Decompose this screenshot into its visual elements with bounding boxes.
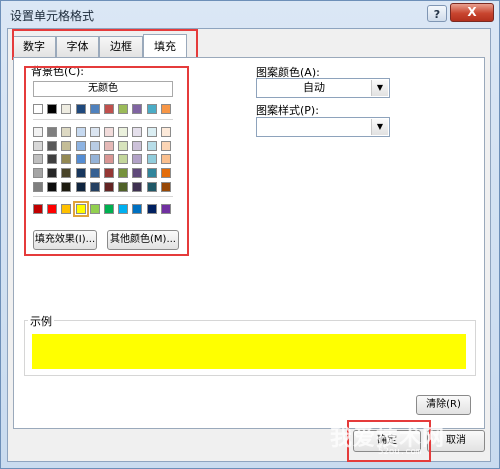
tab-fill[interactable]: 填充 (143, 34, 187, 57)
color-swatch[interactable] (47, 182, 58, 192)
color-swatch[interactable] (118, 141, 129, 151)
color-swatch[interactable] (104, 104, 114, 114)
pattern-style-select[interactable]: ▼ (256, 117, 390, 137)
color-swatch[interactable] (47, 204, 58, 214)
no-color-button[interactable]: 无颜色 (33, 81, 173, 97)
palette-separator (33, 119, 173, 120)
color-swatch[interactable] (72, 201, 89, 217)
color-swatch[interactable] (104, 127, 114, 137)
chevron-down-icon[interactable]: ▼ (371, 80, 388, 96)
color-swatch[interactable] (160, 154, 171, 164)
color-swatch[interactable] (132, 204, 143, 214)
color-swatch[interactable] (33, 154, 43, 164)
color-swatch[interactable] (61, 204, 72, 214)
tab-number[interactable]: 数字 (12, 36, 56, 57)
color-swatch[interactable] (89, 127, 100, 137)
color-swatch[interactable] (75, 104, 86, 114)
color-swatch[interactable] (104, 204, 114, 214)
watermark-sub: 52ou.com (378, 447, 422, 457)
color-swatch[interactable] (33, 104, 43, 114)
close-button[interactable]: X (450, 3, 494, 22)
color-swatch[interactable] (61, 127, 72, 137)
color-swatch[interactable] (61, 154, 72, 164)
color-swatch[interactable] (33, 182, 43, 192)
title-bar: 设置单元格格式 ? X (1, 1, 499, 27)
color-swatch[interactable] (89, 104, 100, 114)
palette-separator (33, 196, 173, 197)
color-swatch[interactable] (146, 168, 157, 178)
chevron-down-icon[interactable]: ▼ (371, 119, 388, 135)
color-swatch[interactable] (132, 154, 143, 164)
color-swatch[interactable] (33, 168, 43, 178)
window-title: 设置单元格格式 (10, 9, 95, 23)
color-swatch[interactable] (61, 168, 72, 178)
color-swatch[interactable] (146, 141, 157, 151)
color-swatch[interactable] (75, 154, 86, 164)
color-swatch[interactable] (118, 182, 129, 192)
sample-label: 示例 (28, 313, 54, 329)
more-colors-button[interactable]: 其他颜色(M)... (107, 230, 179, 250)
color-swatch[interactable] (61, 141, 72, 151)
color-swatch[interactable] (47, 141, 58, 151)
color-swatch[interactable] (118, 127, 129, 137)
color-swatch[interactable] (118, 168, 129, 178)
color-swatch[interactable] (47, 154, 58, 164)
color-swatch[interactable] (104, 168, 114, 178)
color-swatch[interactable] (75, 127, 86, 137)
color-swatch[interactable] (89, 141, 100, 151)
pattern-style-label: 图案样式(P): (256, 104, 319, 117)
help-button[interactable]: ? (427, 5, 447, 22)
color-swatch[interactable] (33, 141, 43, 151)
clear-button[interactable]: 清除(R) (416, 395, 471, 415)
fill-effects-button[interactable]: 填充效果(I)... (33, 230, 97, 250)
color-swatch[interactable] (118, 204, 129, 214)
color-swatch[interactable] (75, 141, 86, 151)
color-swatch[interactable] (118, 154, 129, 164)
color-swatch[interactable] (75, 182, 86, 192)
pattern-color-select[interactable]: 自动 ▼ (256, 78, 390, 98)
color-swatch[interactable] (104, 154, 114, 164)
color-swatch[interactable] (146, 154, 157, 164)
color-swatch[interactable] (61, 182, 72, 192)
pattern-color-value: 自动 (303, 81, 325, 94)
color-swatch[interactable] (104, 141, 114, 151)
color-swatch[interactable] (160, 127, 171, 137)
color-swatch[interactable] (146, 104, 157, 114)
color-swatch[interactable] (61, 104, 72, 114)
sample-preview (32, 334, 466, 369)
color-swatch[interactable] (132, 104, 143, 114)
color-swatch[interactable] (89, 168, 100, 178)
color-swatch[interactable] (132, 127, 143, 137)
color-swatch[interactable] (160, 141, 171, 151)
color-swatch[interactable] (75, 168, 86, 178)
color-swatch[interactable] (104, 182, 114, 192)
color-swatch[interactable] (33, 204, 43, 214)
color-swatch[interactable] (89, 204, 100, 214)
color-swatch[interactable] (146, 204, 157, 214)
color-swatch[interactable] (132, 141, 143, 151)
color-swatch[interactable] (146, 182, 157, 192)
color-swatch[interactable] (47, 104, 58, 114)
color-swatch[interactable] (47, 127, 58, 137)
color-swatch[interactable] (132, 182, 143, 192)
color-swatch[interactable] (118, 104, 129, 114)
color-swatch[interactable] (89, 182, 100, 192)
background-color-label: 背景色(C): (31, 65, 84, 78)
tab-font[interactable]: 字体 (56, 36, 99, 57)
color-swatch[interactable] (160, 204, 171, 214)
color-swatch[interactable] (160, 182, 171, 192)
color-swatch[interactable] (89, 154, 100, 164)
color-swatch[interactable] (47, 168, 58, 178)
color-swatch[interactable] (160, 104, 171, 114)
color-swatch[interactable] (160, 168, 171, 178)
color-swatch[interactable] (132, 168, 143, 178)
color-swatch[interactable] (33, 127, 43, 137)
color-swatch[interactable] (146, 127, 157, 137)
tab-border[interactable]: 边框 (99, 36, 143, 57)
